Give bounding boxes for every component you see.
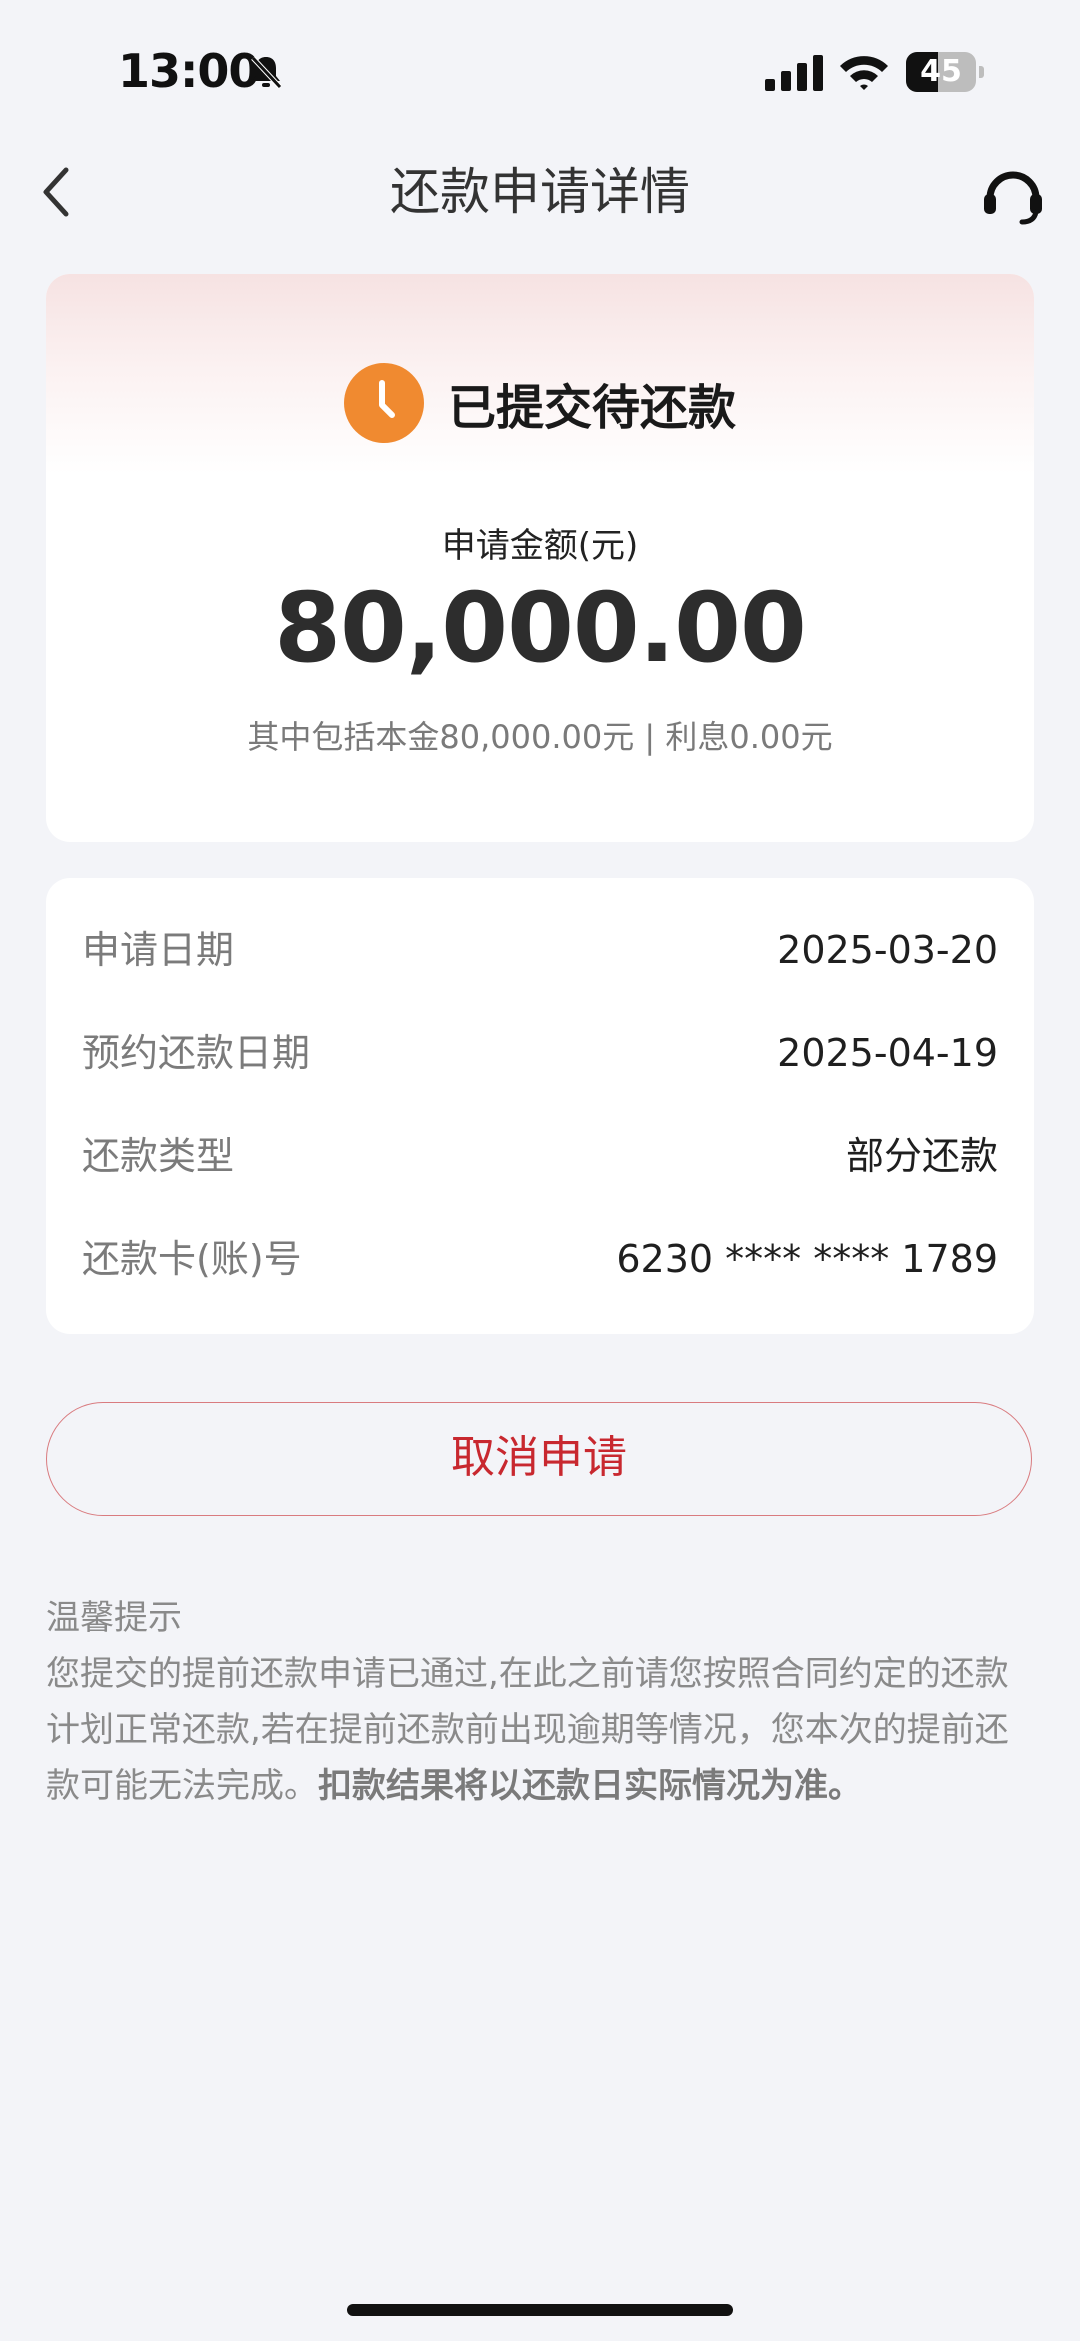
status-bar: 13:00 45 [0,0,1080,140]
detail-row-card-number: 还款卡(账)号 6230 **** **** 1789 [82,1229,998,1289]
status-time: 13:00 [118,44,260,98]
detail-label: 还款卡(账)号 [82,1237,302,1281]
battery-indicator: 45 [906,52,984,92]
detail-row-repay-date: 预约还款日期 2025-04-19 [82,1023,998,1083]
tips-body: 您提交的提前还款申请已通过,在此之前请您按照合同约定的还款计划正常还款,若在提前… [46,1646,1036,1814]
tips-section: 温馨提示 您提交的提前还款申请已通过,在此之前请您按照合同约定的还款计划正常还款… [46,1590,1036,1814]
amount-breakdown: 其中包括本金80,000.00元 | 利息0.00元 [247,718,833,756]
detail-value: 部分还款 [845,1134,998,1178]
detail-label: 申请日期 [82,928,235,972]
detail-label: 还款类型 [82,1134,235,1178]
tips-title: 温馨提示 [46,1598,182,1638]
amount-value: 80,000.00 [274,572,807,684]
home-indicator [347,2304,733,2316]
status-title: 已提交待还款 [447,380,736,436]
battery-cap [979,66,984,78]
detail-label: 预约还款日期 [82,1031,311,1075]
detail-value: 2025-03-20 [777,928,998,972]
bell-slash-icon [251,56,282,89]
clock-icon [343,363,424,443]
battery-level: 45 [920,54,962,89]
status-row: 已提交待还款 [46,362,1034,444]
headset-icon[interactable] [978,158,1048,228]
battery-body: 45 [906,52,976,92]
amount-label: 申请金额(元) [441,526,639,566]
nav-bar: 还款申请详情 [0,140,1080,244]
cellular-signal-icon [765,55,823,91]
detail-row-apply-date: 申请日期 2025-03-20 [82,920,998,980]
page-title: 还款申请详情 [390,163,690,221]
wifi-icon [840,56,888,90]
cancel-application-button[interactable]: 取消申请 [46,1402,1032,1516]
summary-card: 已提交待还款 申请金额(元) 80,000.00 其中包括本金80,000.00… [46,274,1034,842]
detail-row-repay-type: 还款类型 部分还款 [82,1126,998,1186]
detail-value: 6230 **** **** 1789 [616,1237,998,1281]
tips-bold-text: 扣款结果将以还款日实际情况为准。 [318,1766,862,1806]
chevron-left-icon[interactable] [36,162,80,222]
detail-card: 申请日期 2025-03-20 预约还款日期 2025-04-19 还款类型 部… [46,878,1034,1334]
detail-value: 2025-04-19 [777,1031,998,1075]
